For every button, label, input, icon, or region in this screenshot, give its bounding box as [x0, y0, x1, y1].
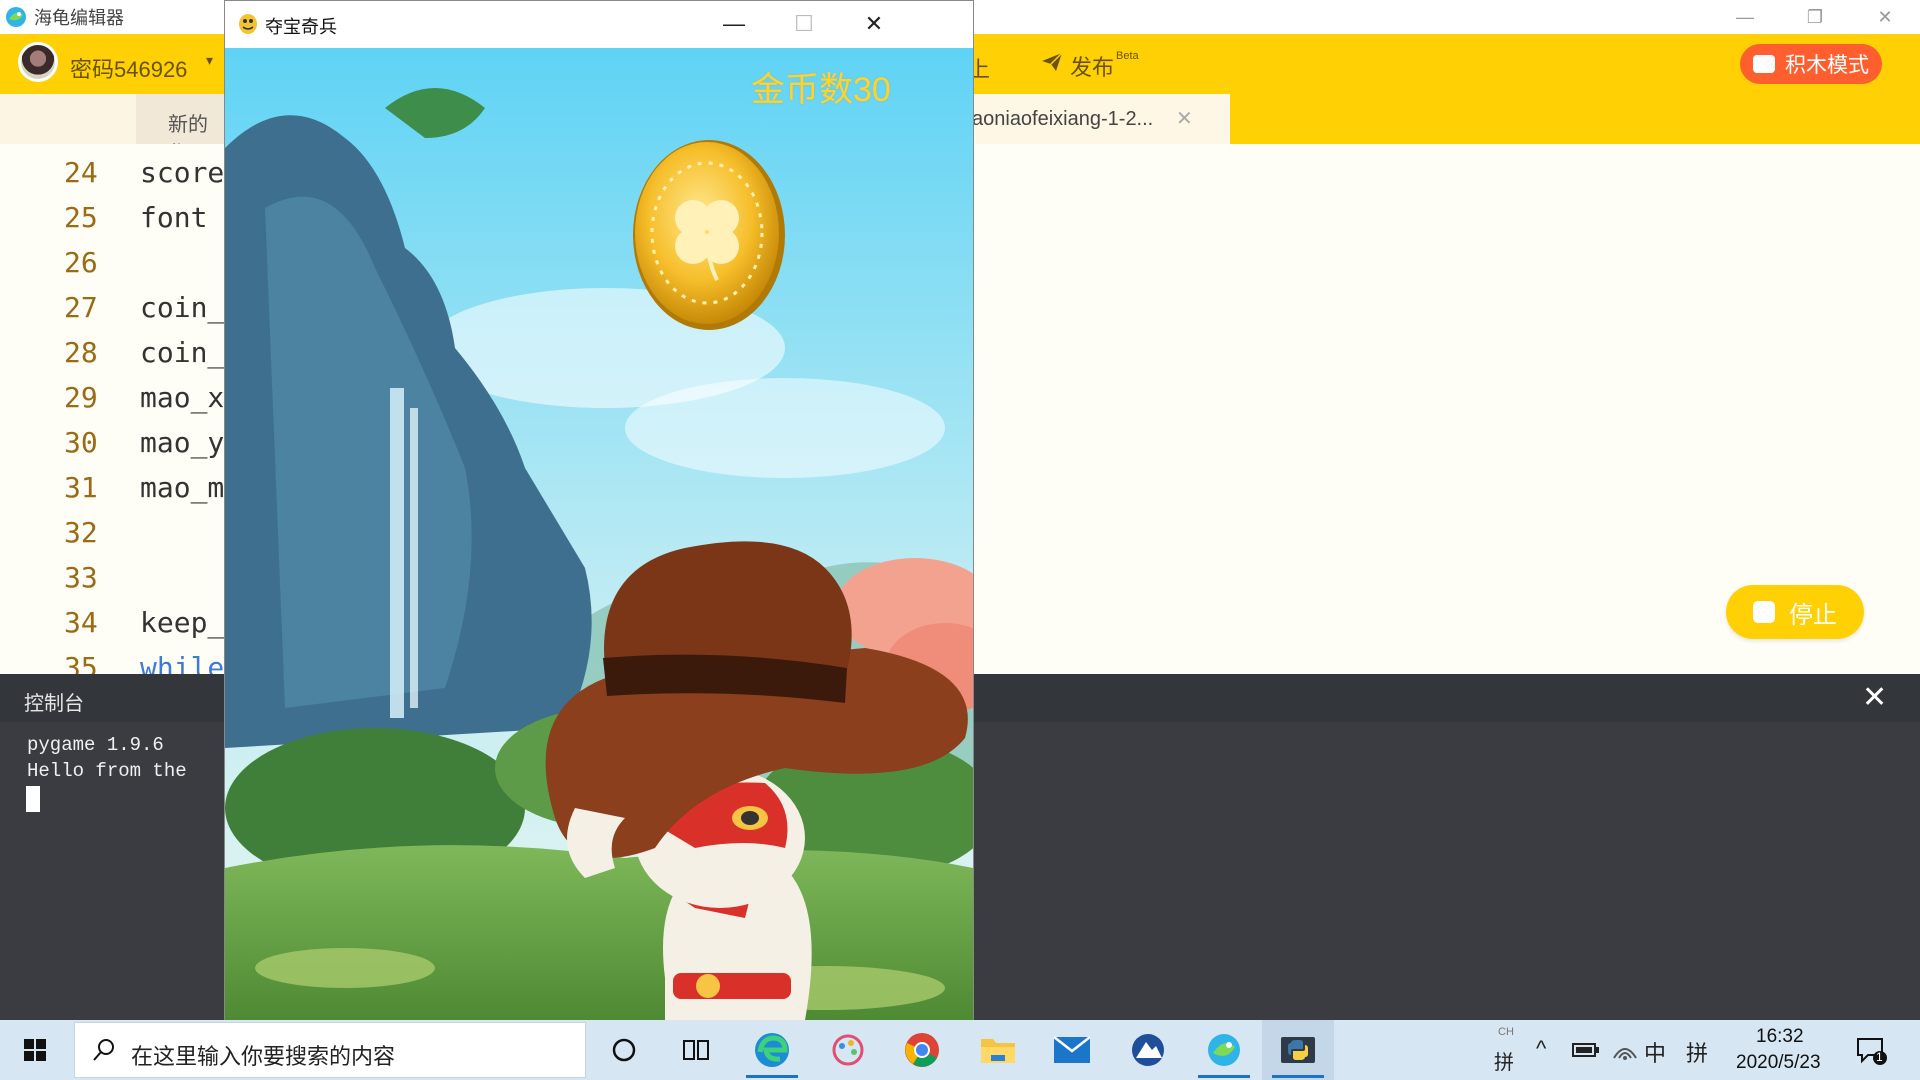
close-button[interactable]: ✕ [1850, 0, 1920, 34]
minimize-button[interactable]: — [1710, 0, 1780, 34]
beta-badge: Beta [1116, 50, 1139, 62]
console-title: 控制台 [24, 693, 84, 715]
stop-icon [1753, 601, 1775, 623]
code-text: coin_ [140, 291, 225, 324]
line-number: 28 [64, 336, 98, 369]
avatar[interactable] [18, 42, 58, 82]
mountain-app-icon [1132, 1034, 1164, 1066]
active-indicator [1198, 1075, 1250, 1078]
notification-center-icon[interactable] [1856, 1036, 1888, 1066]
line-number: 35 [64, 651, 98, 674]
line-number: 32 [64, 516, 98, 549]
tab-label: aoniaofeixiang-1-2... [972, 108, 1154, 130]
blocks-icon [1753, 55, 1775, 73]
active-indicator [1272, 1075, 1324, 1078]
code-text: while [140, 651, 225, 674]
coin-sprite [633, 140, 785, 330]
ime-indicator-small: CH [1498, 1026, 1514, 1038]
app-logo-icon [6, 7, 26, 27]
game-minimize-button[interactable]: — [699, 1, 769, 47]
clock-time[interactable]: 16:32 [1756, 1026, 1804, 1048]
game-maximize-button[interactable]: ☐ [769, 1, 839, 47]
code-text: coin_ [140, 336, 225, 369]
console-output-line: Hello from the [27, 760, 187, 782]
search-icon [93, 1039, 114, 1061]
battery-icon[interactable] [1572, 1042, 1600, 1058]
console-output-line: pygame 1.9.6 [27, 734, 164, 756]
line-number: 33 [64, 561, 98, 594]
send-icon [1042, 52, 1063, 71]
game-close-button[interactable]: ✕ [839, 1, 909, 47]
task-view-icon [683, 1040, 709, 1060]
chrome-icon [905, 1033, 939, 1067]
ime-pinyin[interactable]: 拼 [1686, 1036, 1708, 1068]
taskbar-paint[interactable] [812, 1020, 884, 1080]
taskbar-chrome[interactable] [886, 1020, 958, 1080]
block-mode-label: 积木模式 [1785, 54, 1869, 77]
ime-mode[interactable]: 中 [1644, 1036, 1666, 1068]
line-number: 27 [64, 291, 98, 324]
active-indicator [746, 1075, 798, 1078]
code-text: mao_x [140, 381, 225, 414]
stop-button[interactable]: 停止 [1726, 585, 1864, 639]
game-window[interactable]: 夺宝奇兵 — ☐ ✕ 金币数30 [224, 0, 974, 1020]
taskbar-edge[interactable] [736, 1020, 808, 1080]
game-canvas[interactable]: 金币数30 [225, 48, 973, 1020]
line-number: 30 [64, 426, 98, 459]
line-number: 25 [64, 201, 98, 234]
start-button[interactable] [0, 1020, 70, 1080]
search-placeholder: 在这里输入你要搜索的内容 [131, 1044, 396, 1069]
coin-counter: 金币数30 [751, 71, 891, 109]
chevron-down-icon[interactable]: ▾ [206, 52, 213, 69]
code-text: score [140, 156, 225, 189]
taskbar-turtle-editor[interactable] [1188, 1020, 1260, 1080]
game-window-title: 夺宝奇兵 [265, 17, 337, 37]
stop-label: 停止 [1789, 601, 1837, 629]
block-mode-button[interactable]: 积木模式 [1740, 44, 1882, 84]
taskbar-app-blue[interactable] [1112, 1020, 1184, 1080]
pygame-snake-icon [239, 14, 257, 34]
turtle-editor-icon [1208, 1034, 1240, 1066]
code-text: mao_y [140, 426, 225, 459]
tab-new-project[interactable]: 新的作 [136, 94, 226, 165]
publish-label: 发布 [1070, 55, 1115, 80]
code-text: keep_ [140, 606, 225, 639]
python-icon [1281, 1037, 1315, 1063]
console-cursor[interactable] [26, 786, 40, 812]
show-hidden-icons[interactable]: ^ [1536, 1036, 1546, 1062]
edge-browser-icon [755, 1033, 789, 1067]
cortana-icon [612, 1038, 636, 1062]
taskbar-mail[interactable] [1036, 1020, 1108, 1080]
cortana-button[interactable] [588, 1020, 660, 1080]
task-view-button[interactable] [660, 1020, 732, 1080]
code-text: font [140, 201, 208, 234]
line-number: 31 [64, 471, 98, 504]
taskbar-python[interactable] [1262, 1020, 1334, 1080]
windows-logo-icon [24, 1039, 46, 1061]
app-title: 海龟编辑器 [34, 8, 124, 28]
wifi-icon[interactable] [1612, 1038, 1638, 1062]
line-number: 29 [64, 381, 98, 414]
publish-button[interactable]: 发布 Beta [1040, 50, 1139, 82]
line-number: 34 [64, 606, 98, 639]
game-scene [225, 48, 973, 1020]
line-number: 26 [64, 246, 98, 279]
mail-icon [1053, 1036, 1091, 1063]
ime-pinyin-left[interactable]: 拼 [1494, 1046, 1514, 1075]
user-name[interactable]: 密码546926 [70, 52, 187, 84]
restore-button[interactable]: ❐ [1780, 0, 1850, 34]
taskbar: 在这里输入你要搜索的内容 CH 拼 ^ 中 拼 16:32 2020/5/23 … [0, 1020, 1920, 1080]
game-titlebar[interactable]: 夺宝奇兵 — ☐ ✕ [225, 1, 973, 47]
taskbar-search-box[interactable]: 在这里输入你要搜索的内容 [74, 1022, 586, 1078]
folder-icon [981, 1039, 1015, 1063]
paint-icon [832, 1034, 864, 1066]
line-number: 24 [64, 156, 98, 189]
notification-count: 1 [1876, 1050, 1883, 1064]
tab-close-icon[interactable]: ✕ [1176, 106, 1193, 131]
taskbar-file-explorer[interactable] [962, 1020, 1034, 1080]
code-text: mao_m [140, 471, 225, 504]
console-close-icon[interactable]: ✕ [1862, 680, 1887, 715]
clock-date[interactable]: 2020/5/23 [1736, 1052, 1821, 1074]
